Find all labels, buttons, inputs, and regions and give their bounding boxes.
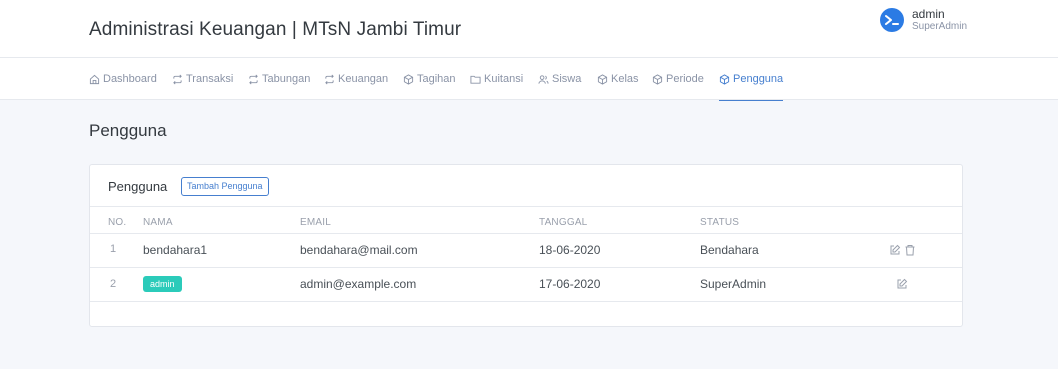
trash-icon[interactable] bbox=[904, 244, 916, 256]
box-icon bbox=[403, 73, 414, 85]
user-name-badge: admin bbox=[143, 276, 182, 292]
nav-pengguna-label: Pengguna bbox=[733, 73, 784, 85]
box-icon bbox=[597, 73, 608, 85]
nav-kuitansi-label: Kuitansi bbox=[484, 73, 524, 85]
status-cell: SuperAdmin bbox=[700, 277, 767, 291]
nav-tabungan[interactable]: Tabungan bbox=[248, 58, 310, 100]
app-title: Administrasi Keuangan | MTsN Jambi Timur bbox=[89, 19, 462, 40]
main-nav: Dashboard Transaksi Tabungan Keuangan Ta… bbox=[0, 58, 1058, 101]
nav-kelas-label: Kelas bbox=[611, 73, 639, 85]
nav-tagihan[interactable]: Tagihan bbox=[403, 58, 456, 100]
date-cell: 17-06-2020 bbox=[539, 277, 601, 291]
status-cell: Bendahara bbox=[700, 243, 759, 257]
nav-transaksi-label: Transaksi bbox=[186, 73, 234, 85]
repeat-icon bbox=[325, 74, 334, 84]
terminal-icon bbox=[885, 15, 899, 25]
column-header-status: STATUS bbox=[700, 217, 740, 228]
users-icon bbox=[538, 74, 549, 84]
edit-icon[interactable] bbox=[889, 244, 901, 256]
row-number: 2 bbox=[110, 278, 117, 290]
edit-icon[interactable] bbox=[896, 278, 908, 290]
nav-kuitansi[interactable]: Kuitansi bbox=[470, 58, 523, 100]
nav-periode-label: Periode bbox=[666, 73, 704, 85]
nav-tabungan-label: Tabungan bbox=[262, 73, 311, 85]
row-divider bbox=[90, 267, 962, 268]
column-header-tanggal: TANGGAL bbox=[539, 217, 588, 228]
column-header-no: NO. bbox=[108, 217, 127, 228]
nav-kelas[interactable]: Kelas bbox=[597, 58, 639, 100]
box-icon bbox=[719, 73, 730, 85]
home-icon bbox=[89, 74, 100, 84]
nav-siswa-label: Siswa bbox=[552, 73, 582, 85]
nav-keuangan[interactable]: Keuangan bbox=[324, 58, 388, 100]
repeat-icon bbox=[249, 74, 258, 84]
users-card: Pengguna Tambah Pengguna NO. NAMA EMAIL … bbox=[89, 164, 963, 327]
repeat-icon bbox=[173, 74, 182, 84]
nav-dashboard[interactable]: Dashboard bbox=[89, 58, 157, 100]
avatar[interactable] bbox=[880, 8, 904, 32]
nav-transaksi[interactable]: Transaksi bbox=[172, 58, 233, 100]
nav-pengguna[interactable]: Pengguna bbox=[719, 58, 784, 101]
row-divider bbox=[90, 301, 962, 302]
user-role: SuperAdmin bbox=[912, 21, 968, 32]
nav-periode[interactable]: Periode bbox=[652, 58, 704, 100]
nav-siswa[interactable]: Siswa bbox=[538, 58, 581, 100]
email-cell: bendahara@mail.com bbox=[300, 243, 418, 257]
card-title: Pengguna bbox=[108, 179, 168, 194]
row-number: 1 bbox=[110, 243, 117, 255]
nav-tagihan-label: Tagihan bbox=[417, 73, 456, 85]
nav-keuangan-label: Keuangan bbox=[338, 73, 389, 85]
add-user-button[interactable]: Tambah Pengguna bbox=[181, 177, 269, 196]
header-divider bbox=[90, 233, 962, 234]
column-header-email: EMAIL bbox=[300, 217, 332, 228]
date-cell: 18-06-2020 bbox=[539, 243, 601, 257]
card-header: Pengguna Tambah Pengguna bbox=[90, 165, 962, 207]
top-header: Administrasi Keuangan | MTsN Jambi Timur… bbox=[0, 0, 1058, 58]
user-name: admin bbox=[912, 7, 945, 21]
user-menu[interactable]: admin SuperAdmin bbox=[880, 8, 967, 32]
page-title: Pengguna bbox=[89, 121, 167, 140]
box-icon bbox=[652, 73, 663, 85]
email-cell: admin@example.com bbox=[300, 277, 417, 291]
folder-icon bbox=[470, 75, 481, 84]
column-header-nama: NAMA bbox=[143, 217, 173, 228]
user-name-cell: bendahara1 bbox=[143, 243, 208, 257]
nav-dashboard-label: Dashboard bbox=[103, 73, 157, 85]
